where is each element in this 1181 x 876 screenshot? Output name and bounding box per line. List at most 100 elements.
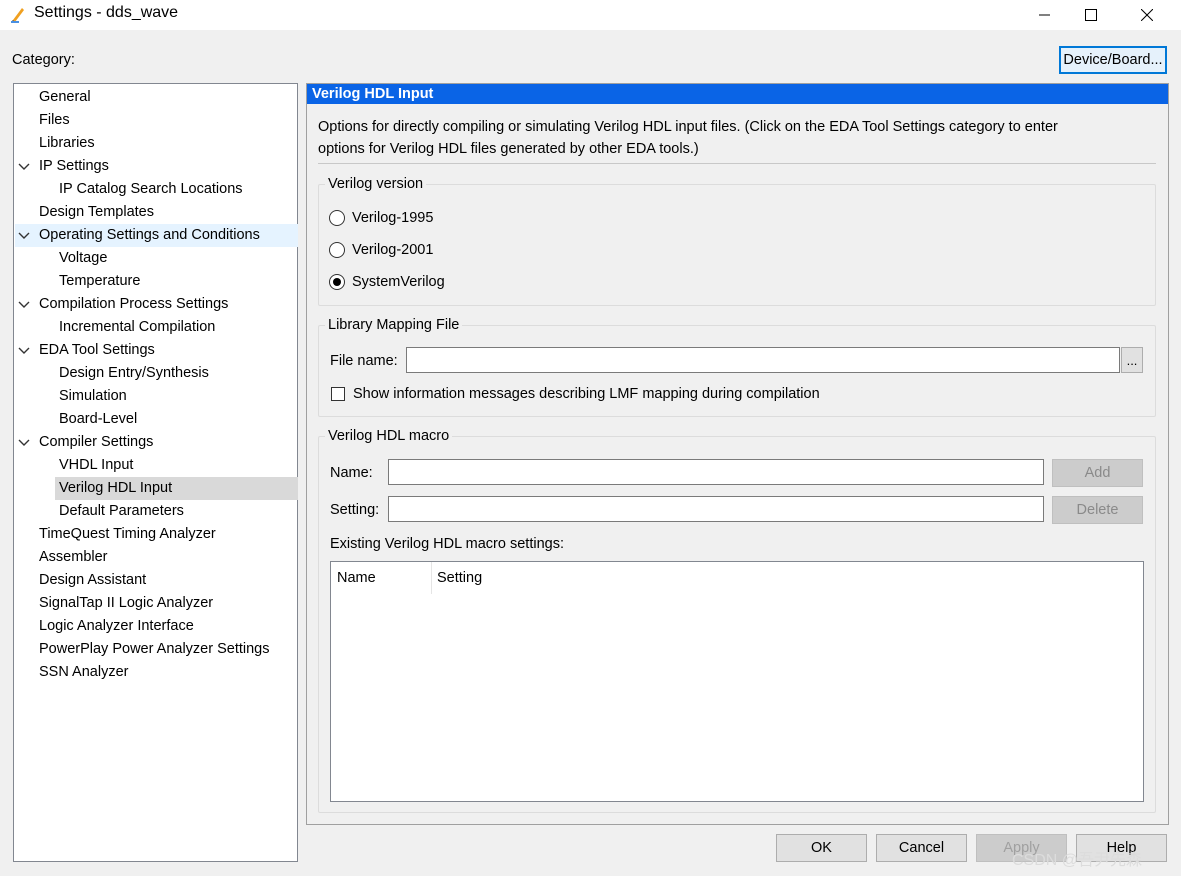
tree-item-ip-catalog-search-locations[interactable]: IP Catalog Search Locations [57, 178, 245, 201]
minimize-button[interactable] [1022, 0, 1068, 30]
tree-item-ssn-analyzer[interactable]: SSN Analyzer [37, 661, 130, 684]
tree-item-label: EDA Tool Settings [39, 342, 155, 358]
library-mapping-title: Library Mapping File [325, 317, 463, 333]
tree-item-label: Verilog HDL Input [59, 480, 173, 496]
lmf-messages-checkbox[interactable]: Show information messages describing LMF… [331, 386, 820, 402]
column-header-setting[interactable]: Setting [437, 562, 482, 594]
device-board-button[interactable]: Device/Board... [1059, 46, 1167, 74]
description-line-1: Options for directly compiling or simula… [318, 119, 1058, 135]
file-name-label: File name: [330, 353, 398, 369]
tree-item-libraries[interactable]: Libraries [37, 132, 97, 155]
tree-item-design-assistant[interactable]: Design Assistant [37, 569, 148, 592]
tree-item-general[interactable]: General [37, 86, 93, 109]
chevron-down-icon[interactable] [17, 431, 31, 454]
macro-name-input[interactable] [388, 459, 1044, 485]
title-bar: Settings - dds_wave [0, 0, 1181, 30]
delete-button[interactable]: Delete [1052, 496, 1143, 524]
tree-item-operating-settings-and-conditions[interactable]: Operating Settings and Conditions [37, 224, 262, 247]
tree-item-label: Board-Level [59, 411, 138, 427]
minimize-icon [1039, 14, 1050, 16]
tree-item-compiler-settings[interactable]: Compiler Settings [37, 431, 155, 454]
tree-item-temperature[interactable]: Temperature [57, 270, 142, 293]
close-button[interactable] [1124, 0, 1170, 30]
tree-item-powerplay-power-analyzer-settings[interactable]: PowerPlay Power Analyzer Settings [37, 638, 272, 661]
tree-item-simulation[interactable]: Simulation [57, 385, 129, 408]
radio-label: Verilog-2001 [352, 242, 434, 258]
tree-item-ip-settings[interactable]: IP Settings [37, 155, 111, 178]
category-label: Category: [12, 52, 75, 68]
radio-verilog-2001[interactable]: Verilog-2001 [329, 242, 433, 258]
macro-title: Verilog HDL macro [325, 428, 453, 444]
tree-item-label: TimeQuest Timing Analyzer [39, 526, 216, 542]
tree-item-verilog-hdl-input[interactable]: Verilog HDL Input [57, 477, 174, 500]
chevron-down-icon[interactable] [17, 155, 31, 178]
radio-dot [333, 278, 341, 286]
cancel-button[interactable]: Cancel [876, 834, 967, 862]
tree-item-label: Libraries [39, 135, 95, 151]
tree-item-voltage[interactable]: Voltage [57, 247, 109, 270]
tree-item-board-level[interactable]: Board-Level [57, 408, 139, 431]
tree-item-label: VHDL Input [59, 457, 134, 473]
tree-item-label: Assembler [39, 549, 108, 565]
maximize-icon [1085, 9, 1097, 21]
checkbox-box [331, 387, 345, 401]
tree-item-label: PowerPlay Power Analyzer Settings [39, 641, 270, 657]
tree-item-signaltap-ii-logic-analyzer[interactable]: SignalTap II Logic Analyzer [37, 592, 215, 615]
tree-item-logic-analyzer-interface[interactable]: Logic Analyzer Interface [37, 615, 196, 638]
tree-item-label: Files [39, 112, 70, 128]
radio-circle [329, 242, 345, 258]
macro-setting-input[interactable] [388, 496, 1044, 522]
tree-item-assembler[interactable]: Assembler [37, 546, 110, 569]
window-title: Settings - dds_wave [34, 4, 179, 21]
tree-item-vhdl-input[interactable]: VHDL Input [57, 454, 135, 477]
radio-circle [329, 274, 345, 290]
chevron-down-icon[interactable] [17, 339, 31, 362]
tree-item-timequest-timing-analyzer[interactable]: TimeQuest Timing Analyzer [37, 523, 218, 546]
radio-circle [329, 210, 345, 226]
tree-item-eda-tool-settings[interactable]: EDA Tool Settings [37, 339, 157, 362]
macro-setting-label: Setting: [330, 502, 380, 518]
verilog-version-title: Verilog version [325, 176, 427, 192]
tree-item-label: Design Assistant [39, 572, 147, 588]
tree-item-label: Default Parameters [59, 503, 184, 519]
ok-button[interactable]: OK [776, 834, 867, 862]
radio-verilog-1995[interactable]: Verilog-1995 [329, 210, 433, 226]
radio-label: SystemVerilog [352, 274, 445, 290]
column-divider[interactable] [431, 562, 432, 594]
tree-item-label: Operating Settings and Conditions [39, 227, 260, 243]
tree-item-compilation-process-settings[interactable]: Compilation Process Settings [37, 293, 230, 316]
macro-list[interactable]: Name Setting [330, 561, 1144, 802]
tree-item-default-parameters[interactable]: Default Parameters [57, 500, 186, 523]
pencil-icon [10, 5, 26, 23]
existing-macros-label: Existing Verilog HDL macro settings: [330, 536, 564, 552]
tree-item-files[interactable]: Files [37, 109, 72, 132]
tree-item-label: Design Entry/Synthesis [59, 365, 209, 381]
panel-header: Verilog HDL Input [307, 84, 1168, 104]
radio-systemverilog[interactable]: SystemVerilog [329, 274, 445, 290]
maximize-button[interactable] [1068, 0, 1114, 30]
file-name-input[interactable] [406, 347, 1120, 373]
tree-item-design-entry-synthesis[interactable]: Design Entry/Synthesis [57, 362, 211, 385]
tree-item-incremental-compilation[interactable]: Incremental Compilation [57, 316, 217, 339]
tree-item-label: SignalTap II Logic Analyzer [39, 595, 214, 611]
tree-item-label: Compiler Settings [39, 434, 154, 450]
tree-item-label: IP Settings [39, 158, 109, 174]
tree-item-label: Temperature [59, 273, 141, 289]
radio-label: Verilog-1995 [352, 210, 434, 226]
browse-button[interactable]: ... [1121, 347, 1143, 373]
tree-item-label: Design Templates [39, 204, 154, 220]
checkbox-label: Show information messages describing LMF… [353, 386, 820, 402]
add-button[interactable]: Add [1052, 459, 1143, 487]
chevron-down-icon[interactable] [17, 224, 31, 247]
close-icon [1141, 9, 1153, 21]
category-tree[interactable]: General Files Libraries IP Settings IP Catal… [13, 83, 298, 862]
column-header-name[interactable]: Name [337, 562, 376, 594]
tree-item-label: Logic Analyzer Interface [39, 618, 194, 634]
tree-item-label: Compilation Process Settings [39, 296, 229, 312]
macro-name-label: Name: [330, 465, 373, 481]
watermark: CSDN @吾尹先森 [1012, 852, 1143, 869]
tree-item-design-templates[interactable]: Design Templates [37, 201, 156, 224]
tree-item-label: Simulation [59, 388, 127, 404]
separator [318, 163, 1156, 164]
chevron-down-icon[interactable] [17, 293, 31, 316]
